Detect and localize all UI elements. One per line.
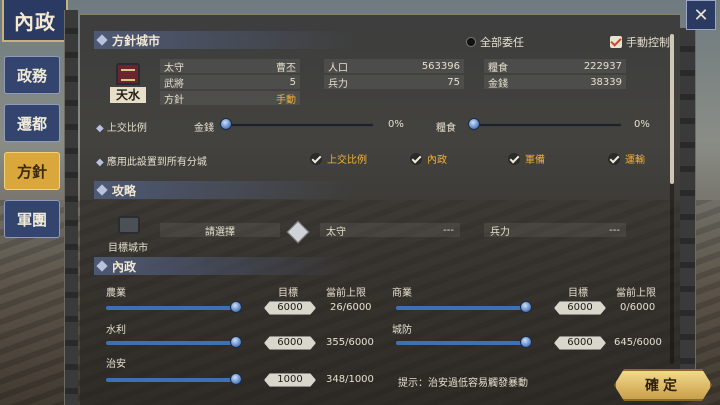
commerce-slider[interactable] [396,301,532,315]
internal-row-name: 水利 [106,325,126,336]
security-cap: 348/1000 [326,374,374,385]
manual-control-option[interactable]: 手動控制 [610,34,670,50]
close-icon: ✕ [693,4,709,26]
gold-pct: 0% [388,119,404,130]
irrigation-target[interactable]: 6000 [264,336,316,350]
agriculture-target[interactable]: 6000 [264,301,316,315]
defense-target[interactable]: 6000 [554,336,606,350]
nav-label: 遷都 [16,114,47,133]
officers-cell: 武將 5 [160,75,300,90]
security-target[interactable]: 1000 [264,373,316,387]
agriculture-slider[interactable] [106,301,242,315]
slider-knob[interactable] [220,118,232,130]
check-icon [508,152,520,165]
commerce-cap: 0/6000 [620,302,656,313]
section-title: 攻略 [112,183,137,198]
check-icon [608,152,620,165]
food-cell: 糧食 222937 [484,59,626,74]
close-button[interactable]: ✕ [686,0,716,30]
nav-item-corps[interactable]: 軍團 [4,200,60,238]
internal-row-name: 商業 [392,288,412,299]
option-label: 手動控制 [626,36,670,49]
section-policy-city: 方針城市 [94,31,354,49]
window-title: 內政 [14,9,56,34]
governor-cell: 太守 曹丕 [160,59,300,74]
policy-panel: 方針城市 全部委任 手動控制 天水 太守 曹丕 人口 563396 糧食 222937… [80,14,680,405]
slider-knob[interactable] [520,301,532,313]
agriculture-cap: 26/6000 [330,302,372,313]
policy-cell: 方針 手動 [160,91,300,106]
apply-option-transport[interactable]: 運輸 [608,151,645,166]
option-label: 全部委任 [480,36,524,49]
check-icon [410,152,422,165]
security-slider[interactable] [106,373,242,387]
left-border-strip [64,10,78,405]
check-icon [310,152,322,165]
cap-col-header: 當前上限 [326,288,366,299]
cap-col-header: 當前上限 [616,288,656,299]
section-title: 方針城市 [112,33,161,48]
internal-row-name: 城防 [392,325,412,336]
apply-option-military[interactable]: 軍備 [508,151,545,166]
slider-knob[interactable] [468,118,480,130]
tribute-label: ◆ 上交比例 [96,123,147,134]
target-col-header: 目標 [278,288,298,299]
window-title-tab: 內政 [2,0,68,42]
apply-all-label: ◆ 應用此設置到所有分城 [96,157,207,168]
food-tribute-slider[interactable] [468,118,622,132]
swap-icon[interactable] [286,220,310,244]
radio-icon [466,37,476,47]
slider-knob[interactable] [230,301,242,313]
nav-label: 軍團 [16,210,47,229]
section-title: 內政 [112,259,137,274]
food-slider-label: 糧食 [436,123,456,134]
apply-option-tribute[interactable]: 上交比例 [310,151,367,166]
nav-item-policy[interactable]: 方針 [4,152,60,190]
nav-label: 方針 [16,162,47,181]
target-col-header: 目標 [568,288,588,299]
panel-scrollbar[interactable] [670,34,674,364]
nav-item-affairs[interactable]: 政務 [4,56,60,94]
gold-cell: 金錢 38339 [484,75,626,90]
section-internal: 內政 [94,257,354,275]
gold-tribute-slider[interactable] [220,118,374,132]
gold-slider-label: 金錢 [194,123,214,134]
side-navigation: 政務 遷都 方針 軍團 [4,56,64,248]
slider-knob[interactable] [520,336,532,348]
target-city-icon[interactable] [118,216,140,238]
right-border-strip [680,28,696,398]
irrigation-cap: 355/6000 [326,337,374,348]
food-pct: 0% [634,119,650,130]
target-city-label: 目標城市 [108,243,148,254]
nav-item-move-capital[interactable]: 遷都 [4,104,60,142]
checkbox-icon [610,36,622,48]
city-emblem-icon [116,63,140,85]
city-name: 天水 [110,87,146,103]
delegate-all-option[interactable]: 全部委任 [466,34,524,50]
slider-knob[interactable] [230,336,242,348]
nav-label: 政務 [16,66,47,85]
apply-option-internal[interactable]: 內政 [410,151,447,166]
irrigation-slider[interactable] [106,336,242,350]
target-governor-cell: 太守 --- [320,223,460,238]
commerce-target[interactable]: 6000 [554,301,606,315]
confirm-button[interactable]: 確定 [614,369,712,401]
select-target[interactable]: 請選擇 [160,223,280,238]
defense-slider[interactable] [396,336,532,350]
target-troops-cell: 兵力 --- [484,223,626,238]
city-badge: 天水 [110,63,146,105]
population-cell: 人口 563396 [324,59,464,74]
internal-row-name: 治安 [106,359,126,370]
security-hint: 提示：治安過低容易觸發暴動 [398,378,528,389]
defense-cap: 645/6000 [614,337,662,348]
troops-cell: 兵力 75 [324,75,464,90]
slider-knob[interactable] [230,373,242,385]
section-attack: 攻略 [94,181,354,199]
internal-row-name: 農業 [106,288,126,299]
